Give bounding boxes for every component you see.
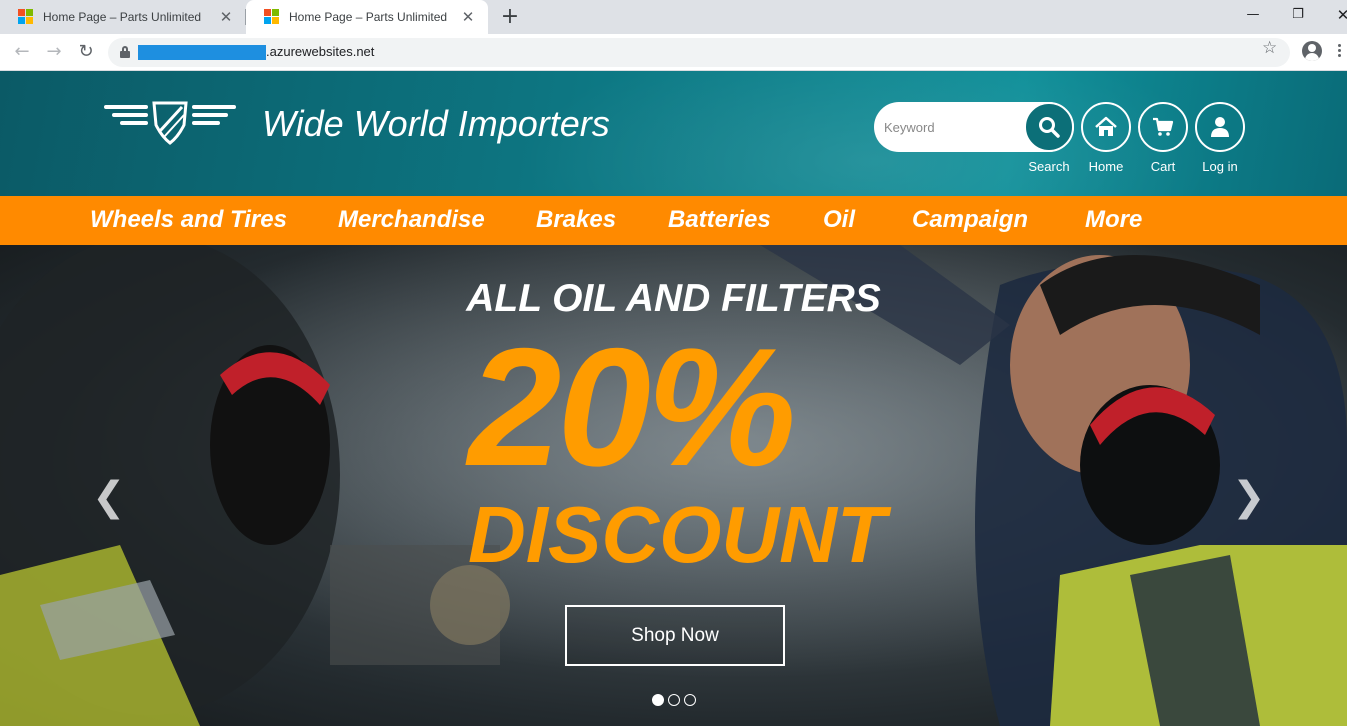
browser-tab-2[interactable]: Home Page – Parts Unlimited ✕ (246, 0, 488, 34)
browser-tab-1[interactable]: Home Page – Parts Unlimited ✕ (0, 0, 246, 34)
reload-button[interactable]: ↻ (72, 38, 100, 66)
search-button[interactable] (1024, 102, 1074, 152)
lock-icon[interactable] (120, 46, 130, 58)
nav-item-wheels-and-tires[interactable]: Wheels and Tires (90, 206, 287, 234)
hero-carousel: ALL OIL AND FILTERS 20% DISCOUNT Shop No… (0, 245, 1347, 726)
search-icon (1039, 117, 1060, 138)
nav-item-more[interactable]: More (1085, 206, 1142, 234)
nav-item-campaign[interactable]: Campaign (912, 206, 1028, 234)
home-icon (1095, 116, 1117, 136)
url-text[interactable]: .azurewebsites.net (266, 44, 374, 59)
window-minimize-button[interactable]: — (1230, 0, 1276, 30)
carousel-prev-icon[interactable]: ❮ (92, 477, 126, 517)
tab-close-icon[interactable]: ✕ (214, 8, 238, 26)
profile-avatar-icon[interactable] (1302, 41, 1322, 61)
url-redaction (138, 45, 266, 60)
carousel-dot-1[interactable] (652, 694, 664, 706)
carousel-next-icon[interactable]: ❯ (1232, 477, 1266, 517)
new-tab-button[interactable]: + (498, 4, 522, 30)
browser-menu-icon[interactable] (1338, 44, 1342, 59)
nav-item-brakes[interactable]: Brakes (536, 206, 616, 234)
cart-button[interactable] (1138, 102, 1188, 152)
home-button[interactable] (1081, 102, 1131, 152)
category-nav: Wheels and Tires Merchandise Brakes Batt… (0, 196, 1347, 245)
tab-close-icon[interactable]: ✕ (456, 8, 480, 26)
brand-name[interactable]: Wide World Importers (262, 103, 610, 145)
browser-tabstrip: Home Page – Parts Unlimited ✕ Home Page … (0, 0, 1347, 34)
login-label[interactable]: Log in (1185, 159, 1255, 174)
user-icon (1211, 117, 1229, 137)
cart-icon (1153, 117, 1174, 136)
hero-discount-value: 20% (468, 313, 796, 501)
hero-discount-word: DISCOUNT (468, 490, 886, 579)
search-input[interactable] (884, 114, 1014, 140)
shop-now-button[interactable]: Shop Now (565, 605, 785, 666)
microsoft-favicon-icon (18, 9, 34, 25)
back-button[interactable]: ← (8, 38, 36, 66)
winged-shield-logo-icon[interactable] (104, 101, 236, 145)
nav-item-batteries[interactable]: Batteries (668, 206, 771, 234)
login-button[interactable] (1195, 102, 1245, 152)
carousel-indicators (652, 694, 696, 706)
site-header: Wide World Importers Search Home Cart Lo… (0, 71, 1347, 196)
address-bar[interactable]: .azurewebsites.net (108, 38, 1290, 67)
tab-title: Home Page – Parts Unlimited (43, 10, 202, 24)
forward-button[interactable]: → (40, 38, 68, 66)
nav-item-oil[interactable]: Oil (823, 206, 855, 234)
tab-title: Home Page – Parts Unlimited (289, 10, 448, 24)
browser-toolbar: ← → ↻ .azurewebsites.net (0, 34, 1347, 71)
window-maximize-button[interactable]: ❐ (1275, 0, 1321, 30)
carousel-dot-3[interactable] (684, 694, 696, 706)
carousel-dot-2[interactable] (668, 694, 680, 706)
nav-item-merchandise[interactable]: Merchandise (338, 206, 485, 234)
microsoft-favicon-icon (264, 9, 280, 25)
window-close-button[interactable]: ✕ (1320, 0, 1347, 30)
bookmark-star-icon[interactable]: ☆ (1262, 38, 1277, 58)
